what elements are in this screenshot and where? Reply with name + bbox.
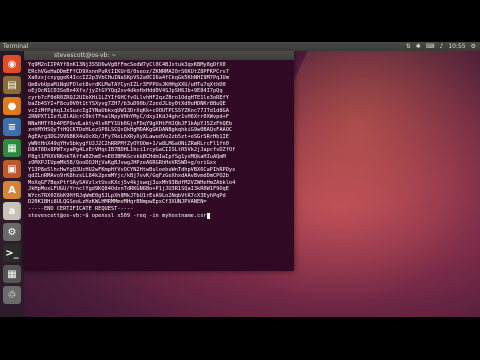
prompt-line: stevescott@os-vb:~$ openssl x509 -req -i… — [28, 212, 290, 220]
amazon-icon[interactable]: a — [3, 202, 21, 220]
desktop: Terminal ⇅ ✱ ⌨ ♪ 10:55 ⚙ ◉ ▤ ● ≡ ▦ ▣ Aa ⚙ >_ ▦ ♲ s… — [0, 42, 480, 317]
launcher: ◉ ▤ ● ≡ ▦ ▣ Aa ⚙ >_ ▦ ♲ — [0, 51, 24, 317]
top-panel: Terminal ⇅ ✱ ⌨ ♪ 10:55 ⚙ — [0, 42, 480, 51]
clock[interactable]: 10:55 — [448, 42, 465, 51]
window-title: stevescott@os-vb: ~ — [24, 51, 294, 60]
gear-icon[interactable]: ⚙ — [471, 42, 476, 51]
panel-app-title: Terminal — [3, 43, 29, 50]
calc-icon[interactable]: ▦ — [3, 139, 21, 157]
files-icon[interactable]: ▤ — [3, 76, 21, 94]
firefox-icon[interactable]: ● — [3, 97, 21, 115]
terminal-icon[interactable]: >_ — [3, 244, 21, 262]
terminal-window[interactable]: stevescott@os-vb: ~ Yq9M2nIIPAYf8nK13Nj3… — [24, 51, 294, 271]
text-cursor — [206, 212, 210, 219]
system-tray: ⇅ ✱ ⌨ ♪ 10:55 ⚙ — [406, 42, 476, 51]
network-icon[interactable]: ⇅ — [406, 42, 411, 51]
keyboard-icon[interactable]: ⌨ — [426, 42, 435, 51]
terminal-output[interactable]: Yq9M2nIIPAYf8nK13Nj3S5D6wVgBfFmcSedW7yCl… — [24, 60, 294, 269]
workspaces-icon[interactable]: ▦ — [3, 265, 21, 283]
writer-icon[interactable]: ≡ — [3, 118, 21, 136]
trash-icon[interactable]: ♲ — [3, 286, 21, 304]
bluetooth-icon[interactable]: ✱ — [416, 42, 421, 51]
dash-icon[interactable]: ◉ — [3, 55, 21, 73]
settings-icon[interactable]: ⚙ — [3, 223, 21, 241]
software-center-icon[interactable]: A — [3, 181, 21, 199]
impress-icon[interactable]: ▣ — [3, 160, 21, 178]
volume-icon[interactable]: ♪ — [439, 42, 443, 51]
